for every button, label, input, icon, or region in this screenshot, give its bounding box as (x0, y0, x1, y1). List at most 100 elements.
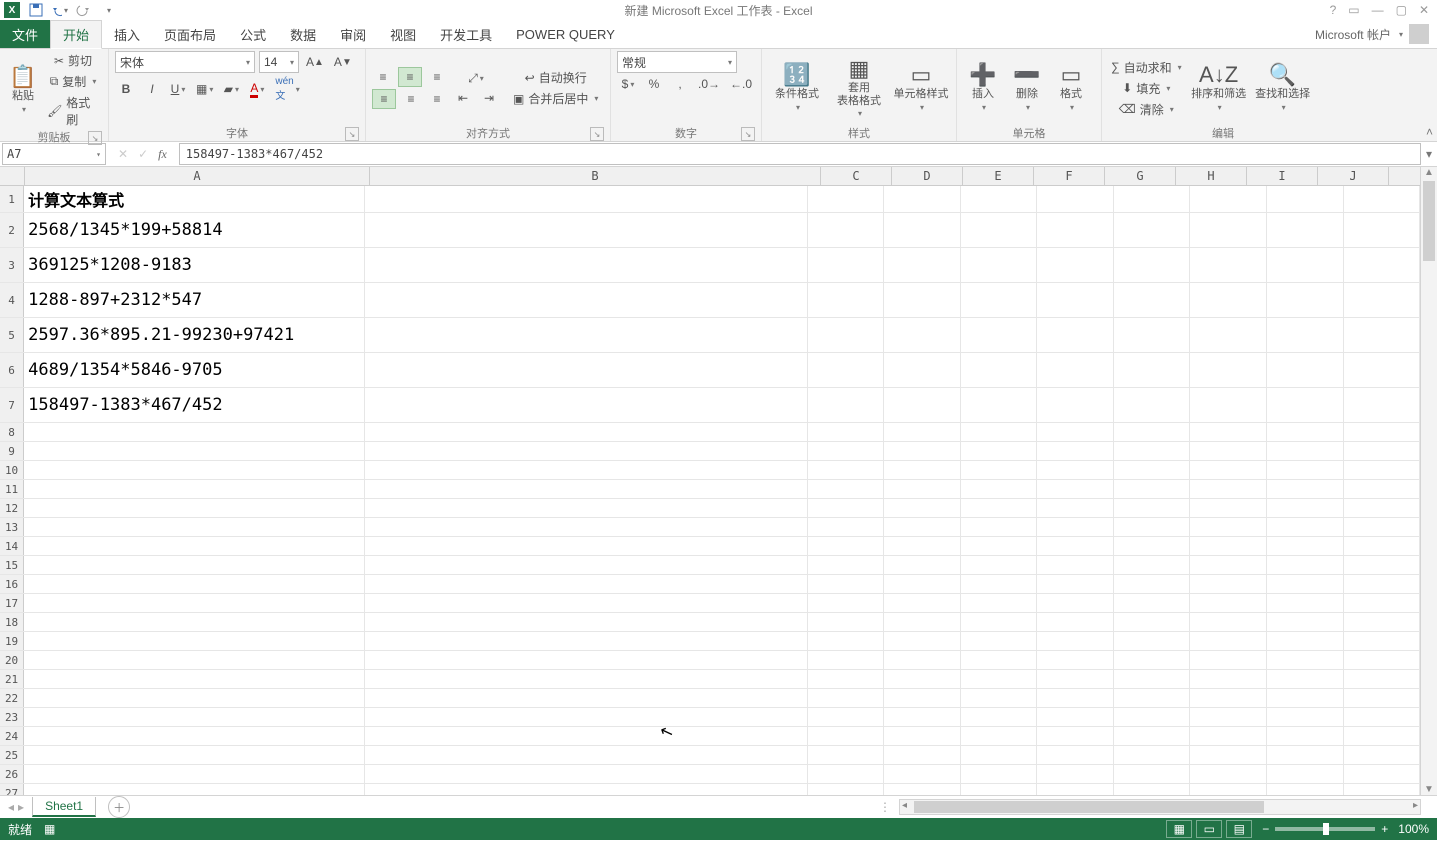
cell[interactable] (1037, 423, 1114, 441)
cell[interactable] (961, 518, 1038, 536)
cell[interactable] (1190, 423, 1267, 441)
zoom-in-button[interactable]: + (1381, 822, 1388, 836)
cell[interactable] (365, 556, 808, 574)
cell[interactable] (884, 213, 961, 247)
cell[interactable] (365, 746, 808, 764)
account-label[interactable]: Microsoft 帐户 (1315, 26, 1391, 43)
format-painter-button[interactable]: 🖌格式刷 (44, 93, 102, 129)
cell[interactable] (884, 727, 961, 745)
cell[interactable] (884, 765, 961, 783)
cell[interactable] (365, 461, 808, 479)
macro-record-icon[interactable]: ▦ (44, 822, 55, 836)
font-launcher-icon[interactable]: ↘ (345, 127, 359, 141)
cell[interactable] (1190, 575, 1267, 593)
number-format-select[interactable]: 常规▾ (617, 51, 737, 73)
cell[interactable] (365, 518, 808, 536)
cell[interactable]: 158497-1383*467/452 (24, 388, 365, 422)
borders-button[interactable]: ▦▾ (193, 80, 216, 98)
row-header[interactable]: 11 (0, 480, 24, 498)
cell[interactable] (808, 765, 885, 783)
cell[interactable] (884, 670, 961, 688)
cell[interactable] (1344, 248, 1420, 282)
cell[interactable] (808, 689, 885, 707)
cell[interactable] (1190, 594, 1267, 612)
cell[interactable] (1114, 727, 1191, 745)
page-layout-view-button[interactable]: ▭ (1196, 820, 1222, 838)
number-launcher-icon[interactable]: ↘ (741, 127, 755, 141)
cell[interactable] (1037, 213, 1114, 247)
scroll-down-icon[interactable]: ▼ (1421, 784, 1437, 795)
cell[interactable] (24, 651, 365, 669)
cell[interactable] (365, 765, 808, 783)
cell[interactable] (1114, 556, 1191, 574)
phonetic-button[interactable]: wén文▾ (272, 75, 302, 103)
tab-home[interactable]: 开始 (50, 20, 102, 49)
row-header[interactable]: 16 (0, 575, 24, 593)
cell[interactable] (1037, 480, 1114, 498)
cell[interactable] (1114, 518, 1191, 536)
cell[interactable] (884, 480, 961, 498)
cell[interactable] (1190, 353, 1267, 387)
cell[interactable] (24, 708, 365, 726)
cell[interactable] (1344, 283, 1420, 317)
cell[interactable] (884, 594, 961, 612)
cell[interactable] (1037, 318, 1114, 352)
italic-button[interactable]: I (141, 80, 163, 98)
cell[interactable] (1344, 689, 1420, 707)
cell[interactable] (884, 186, 961, 212)
cell[interactable] (365, 480, 808, 498)
cell[interactable] (1267, 651, 1344, 669)
cell[interactable] (1190, 186, 1267, 212)
cell[interactable] (365, 353, 808, 387)
font-color-button[interactable]: A▾ (246, 80, 268, 99)
cell[interactable] (884, 784, 961, 795)
cell[interactable] (1190, 461, 1267, 479)
cell[interactable] (1267, 248, 1344, 282)
orientation-button[interactable]: ⤢▾ (452, 69, 500, 87)
tab-insert[interactable]: 插入 (102, 20, 152, 48)
format-cells-button[interactable]: ▭格式▾ (1051, 64, 1091, 111)
row-header[interactable]: 1 (0, 186, 24, 212)
delete-cells-button[interactable]: ➖删除▾ (1007, 64, 1047, 111)
cell[interactable] (1037, 388, 1114, 422)
cell[interactable] (1114, 213, 1191, 247)
column-header[interactable]: C (821, 167, 892, 185)
cell[interactable] (961, 575, 1038, 593)
cell[interactable] (1037, 442, 1114, 460)
row-header[interactable]: 10 (0, 461, 24, 479)
cell[interactable] (1114, 784, 1191, 795)
cell[interactable] (1344, 556, 1420, 574)
sheet-tab-sheet1[interactable]: Sheet1 (32, 797, 96, 817)
cell[interactable] (1267, 613, 1344, 631)
column-header[interactable]: G (1105, 167, 1176, 185)
cell[interactable] (961, 746, 1038, 764)
cell[interactable] (884, 746, 961, 764)
cell[interactable] (365, 784, 808, 795)
grid-rows[interactable]: 1计算文本算式22568/1345*199+588143369125*1208-… (0, 186, 1420, 795)
cell[interactable] (1267, 575, 1344, 593)
cell[interactable] (365, 442, 808, 460)
cell[interactable] (1114, 613, 1191, 631)
cell[interactable] (1344, 746, 1420, 764)
cell[interactable] (1267, 213, 1344, 247)
cell[interactable] (1267, 670, 1344, 688)
row-header[interactable]: 18 (0, 613, 24, 631)
normal-view-button[interactable]: ▦ (1166, 820, 1192, 838)
cell[interactable] (365, 388, 808, 422)
cell[interactable] (1037, 461, 1114, 479)
tab-view[interactable]: 视图 (378, 20, 428, 48)
cell[interactable] (884, 248, 961, 282)
cell[interactable] (24, 423, 365, 441)
cell[interactable] (961, 765, 1038, 783)
row-header[interactable]: 7 (0, 388, 24, 422)
avatar[interactable] (1409, 24, 1429, 44)
cell[interactable] (1114, 318, 1191, 352)
cell[interactable] (808, 186, 885, 212)
cell[interactable]: 2568/1345*199+58814 (24, 213, 365, 247)
cell[interactable] (365, 423, 808, 441)
cut-button[interactable]: ✂剪切 (44, 51, 102, 70)
cell[interactable] (961, 480, 1038, 498)
cell[interactable] (1344, 784, 1420, 795)
cell[interactable] (1267, 480, 1344, 498)
cell[interactable] (808, 461, 885, 479)
